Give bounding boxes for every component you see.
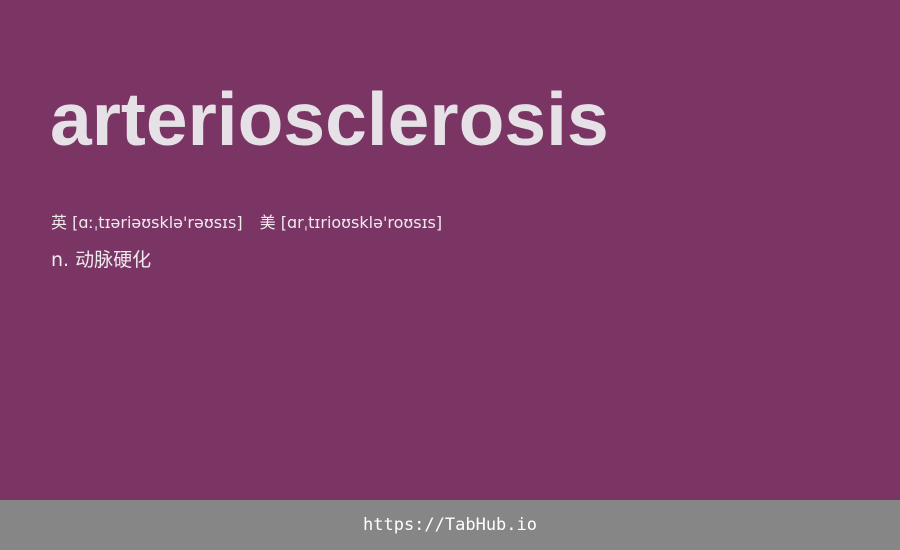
us-label: 美 (259, 213, 276, 232)
tabhub-link[interactable]: https://TabHub.io (363, 515, 537, 535)
headword: arteriosclerosis (50, 77, 609, 161)
uk-label: 英 (51, 213, 68, 232)
footer-bar: https://TabHub.io (0, 500, 900, 550)
uk-phonetic: [ɑːˌtɪəriəʊsklə'rəʊsɪs] (72, 213, 243, 232)
definition: n. 动脉硬化 (51, 249, 152, 271)
pronunciation-row: 英 [ɑːˌtɪəriəʊsklə'rəʊsɪs] 美 [ɑrˌtɪrioʊsk… (51, 212, 442, 234)
us-phonetic: [ɑrˌtɪrioʊsklə'roʊsɪs] (280, 213, 443, 232)
word-card: arteriosclerosis 英 [ɑːˌtɪəriəʊsklə'rəʊsɪ… (0, 0, 900, 500)
